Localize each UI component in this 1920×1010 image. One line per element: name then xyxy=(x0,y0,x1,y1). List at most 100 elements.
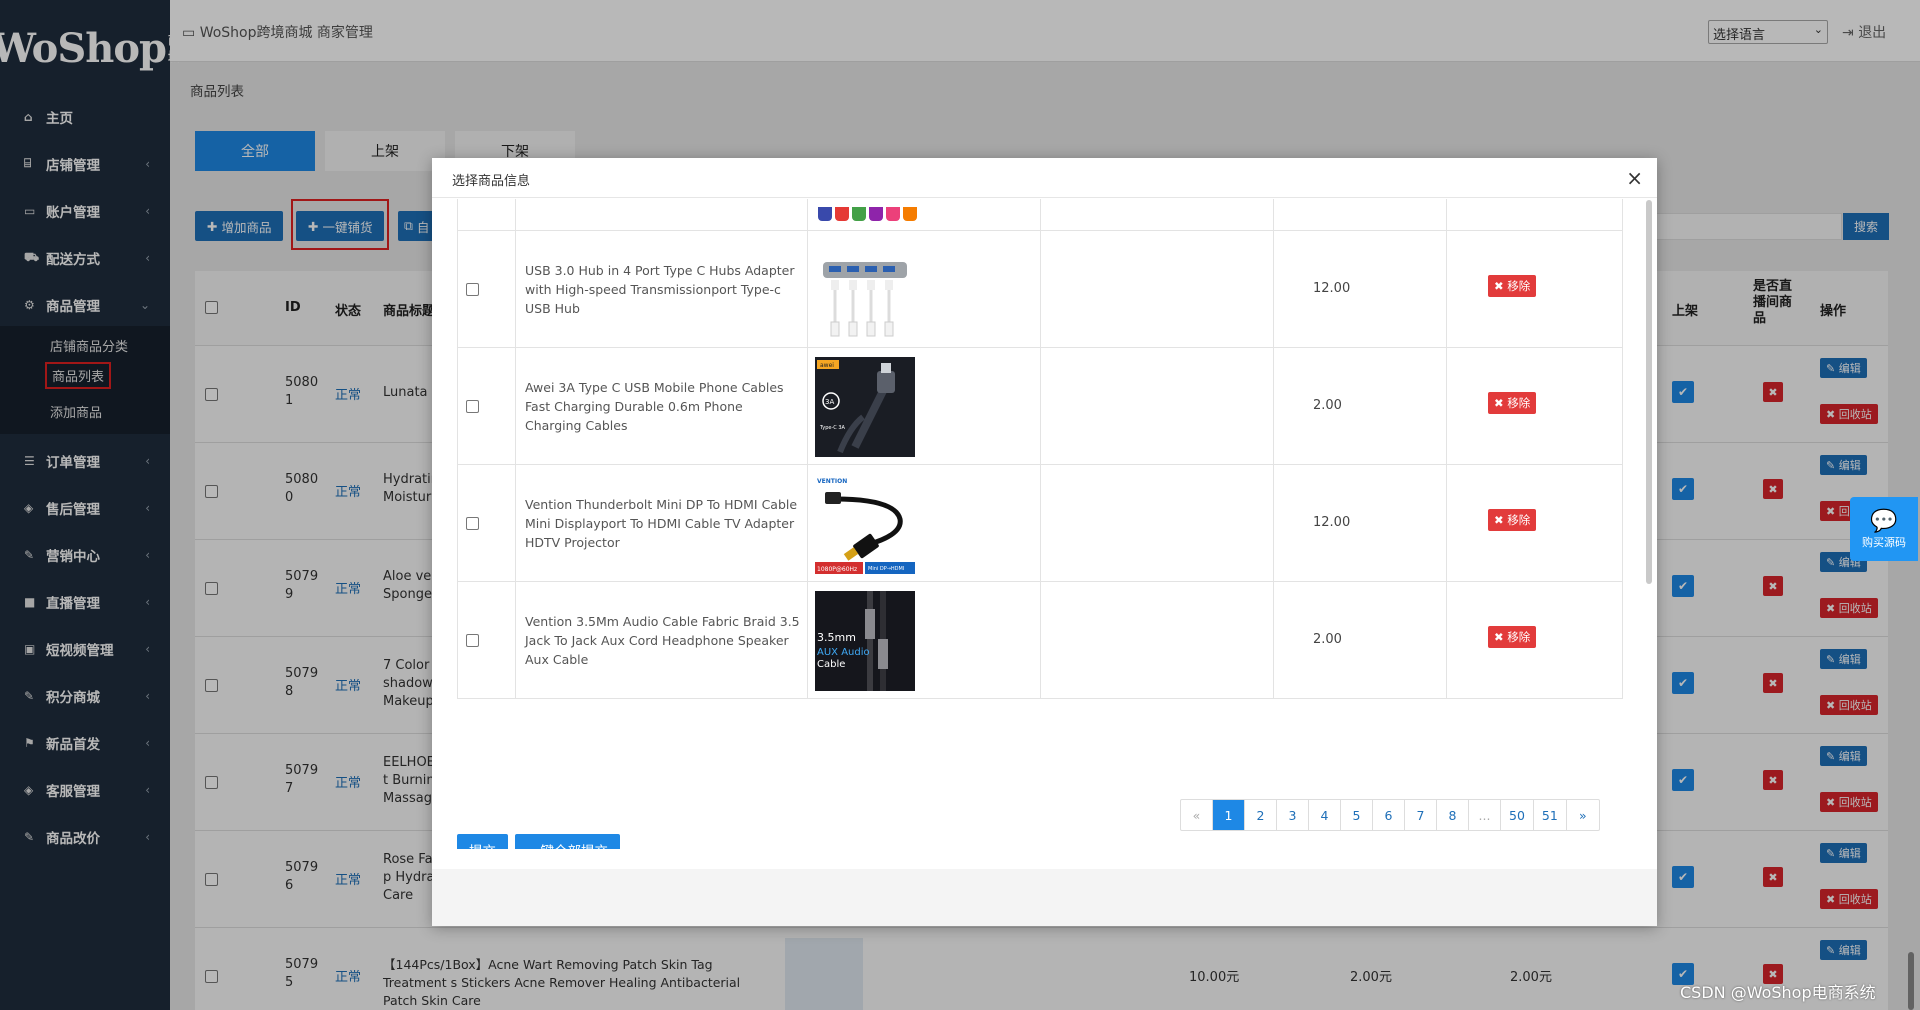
table-row: USB 3.0 Hub in 4 Port Type C Hubs Adapte… xyxy=(457,231,1623,348)
product-name: Vention Thunderbolt Mini DP To HDMI Cabl… xyxy=(525,497,798,550)
page-next[interactable]: » xyxy=(1567,800,1599,830)
divider xyxy=(1446,582,1447,699)
submit-button[interactable]: 提交 xyxy=(457,834,508,849)
aux-l2: Cable xyxy=(817,659,845,670)
divider xyxy=(807,348,808,465)
product-price: 12.00 xyxy=(1313,281,1351,296)
product-price: 2.00 xyxy=(1313,398,1342,413)
page-8[interactable]: 8 xyxy=(1437,800,1469,830)
color-swatch xyxy=(852,207,866,221)
product-name: USB 3.0 Hub in 4 Port Type C Hubs Adapte… xyxy=(525,263,795,316)
page-3[interactable]: 3 xyxy=(1277,800,1309,830)
product-name: Awei 3A Type C USB Mobile Phone Cables F… xyxy=(525,380,784,433)
divider xyxy=(1446,348,1447,465)
table-row: Vention Thunderbolt Mini DP To HDMI Cabl… xyxy=(457,465,1623,582)
x-icon: ✖ xyxy=(1494,396,1508,410)
page-50[interactable]: 50 xyxy=(1501,800,1534,830)
row-checkbox[interactable] xyxy=(466,634,479,647)
color-swatch xyxy=(818,207,832,221)
row-checkbox[interactable] xyxy=(466,517,479,530)
remove-label: 移除 xyxy=(1507,513,1531,527)
page-prev[interactable]: « xyxy=(1181,800,1213,830)
aux-l1: AUX Audio xyxy=(817,647,870,658)
row-checkbox[interactable] xyxy=(466,283,479,296)
color-swatch xyxy=(903,207,917,221)
product-price: 12.00 xyxy=(1313,515,1351,530)
modal-scrollbar[interactable] xyxy=(1646,200,1652,584)
product-image: 3.5mm AUX Audio Cable xyxy=(815,591,915,691)
remove-label: 移除 xyxy=(1507,279,1531,293)
divider xyxy=(1273,582,1274,699)
remove-button[interactable]: ✖ 移除 xyxy=(1488,392,1537,414)
divider xyxy=(515,582,516,699)
x-icon: ✖ xyxy=(1494,279,1508,293)
remove-label: 移除 xyxy=(1507,630,1531,644)
table-row: Awei 3A Type C USB Mobile Phone Cables F… xyxy=(457,348,1623,465)
x-icon: ✖ xyxy=(1494,630,1508,644)
product-name: Vention 3.5Mm Audio Cable Fabric Braid 3… xyxy=(525,614,800,667)
remove-label: 移除 xyxy=(1507,396,1531,410)
vention-res: 1080P@60Hz xyxy=(817,566,857,573)
divider xyxy=(1040,348,1041,465)
select-goods-modal: 选择商品信息 × USB 3.0 Hub in 4 Port Type C Hu… xyxy=(432,158,1657,926)
divider xyxy=(807,582,808,699)
page-1[interactable]: 1 xyxy=(1213,800,1245,830)
page-2[interactable]: 2 xyxy=(1245,800,1277,830)
table-row: Vention 3.5Mm Audio Cable Fabric Braid 3… xyxy=(457,582,1623,699)
product-price: 2.00 xyxy=(1313,632,1342,647)
divider xyxy=(515,199,516,231)
page-4[interactable]: 4 xyxy=(1309,800,1341,830)
row-checkbox[interactable] xyxy=(466,400,479,413)
divider xyxy=(515,465,516,582)
divider xyxy=(807,231,808,348)
color-swatch xyxy=(886,207,900,221)
page-7[interactable]: 7 xyxy=(1405,800,1437,830)
divider xyxy=(1040,582,1041,699)
divider xyxy=(1040,231,1041,348)
page-51[interactable]: 51 xyxy=(1534,800,1567,830)
remove-button[interactable]: ✖ 移除 xyxy=(1488,626,1537,648)
color-swatch xyxy=(869,207,883,221)
divider xyxy=(515,231,516,348)
divider xyxy=(1273,348,1274,465)
aux-size: 3.5mm xyxy=(817,631,856,644)
divider xyxy=(515,348,516,465)
awei-brand: awei xyxy=(820,362,834,369)
awei-3a: 3A xyxy=(825,398,834,406)
product-image: awei 3A Type-C 3A xyxy=(815,357,915,457)
awei-caption: Type-C 3A xyxy=(819,425,846,431)
submit-all-button[interactable]: 一键全部提交 xyxy=(515,834,620,849)
divider xyxy=(807,465,808,582)
remove-button[interactable]: ✖ 移除 xyxy=(1488,509,1537,531)
divider xyxy=(1446,231,1447,348)
buy-source-widget[interactable]: 💬 购买源码 xyxy=(1850,497,1918,561)
divider xyxy=(1040,199,1041,231)
vention-brand: VENTION xyxy=(817,478,847,485)
divider xyxy=(1446,465,1447,582)
chat-bubble-icon: 💬 xyxy=(1870,508,1898,534)
divider xyxy=(807,199,808,231)
product-image xyxy=(815,240,915,340)
x-icon: ✖ xyxy=(1494,513,1508,527)
divider xyxy=(1273,231,1274,348)
modal-header: 选择商品信息 × xyxy=(432,158,1657,198)
divider xyxy=(1040,465,1041,582)
divider xyxy=(1446,199,1447,231)
modal-body: USB 3.0 Hub in 4 Port Type C Hubs Adapte… xyxy=(432,199,1642,849)
divider xyxy=(1273,199,1274,231)
page-ellipsis: ... xyxy=(1469,800,1501,830)
page-6[interactable]: 6 xyxy=(1373,800,1405,830)
divider xyxy=(1273,465,1274,582)
pagination: « 1 2 3 4 5 6 7 8 ... 50 51 » xyxy=(1180,799,1600,831)
watermark: CSDN @WoShop电商系统 xyxy=(1680,983,1876,1002)
page-5[interactable]: 5 xyxy=(1341,800,1373,830)
modal-footer xyxy=(432,869,1657,926)
vention-port: Mini DP→HDMI xyxy=(868,566,904,572)
close-icon[interactable]: × xyxy=(1626,166,1643,190)
color-swatch xyxy=(835,207,849,221)
chat-label: 购买源码 xyxy=(1862,535,1906,549)
product-image: VENTION 1080P@60Hz Mini DP→HDMI xyxy=(815,474,915,574)
product-thumbnail xyxy=(818,207,917,221)
modal-title: 选择商品信息 xyxy=(452,174,531,189)
remove-button[interactable]: ✖ 移除 xyxy=(1488,275,1537,297)
